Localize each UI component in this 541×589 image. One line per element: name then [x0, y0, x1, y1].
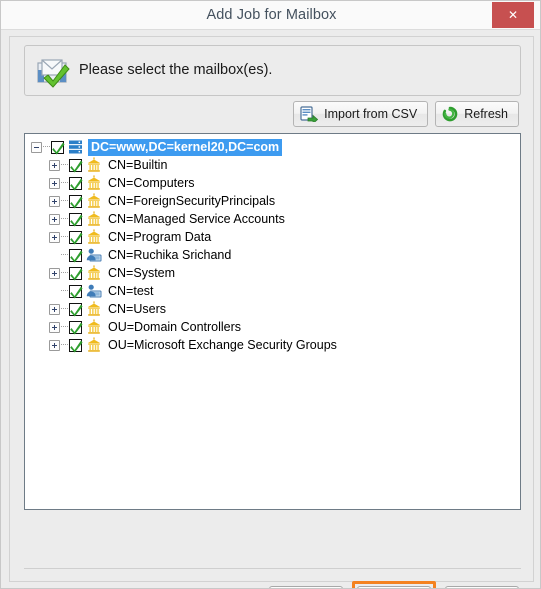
tree-node-checkbox[interactable] [69, 194, 83, 208]
cancel-button[interactable]: Cancel [445, 585, 519, 588]
back-button[interactable]: < Back [269, 585, 343, 588]
tree-node-checkbox[interactable] [69, 158, 83, 172]
collapse-minus-icon[interactable] [31, 141, 42, 153]
expand-plus-icon[interactable] [49, 177, 60, 189]
import-from-csv-button[interactable]: Import from CSV [293, 101, 429, 127]
tree-row[interactable]: CN=Managed Service Accounts [25, 210, 520, 228]
user-icon [86, 283, 102, 299]
domain-server-icon [68, 139, 84, 155]
tree-connector-line [61, 164, 68, 166]
close-icon[interactable]: ✕ [492, 2, 534, 28]
instruction-text: Please select the mailbox(es). [79, 62, 273, 78]
tree-row[interactable]: CN=ForeignSecurityPrincipals [25, 192, 520, 210]
tree-connector-line [61, 200, 68, 202]
tree-connector-line [61, 254, 68, 256]
dialog-body: Please select the mailbox(es). Import fr… [9, 36, 534, 588]
tree-node-checkbox[interactable] [69, 284, 83, 298]
container-icon [86, 319, 102, 335]
tree-node-checkbox[interactable] [69, 338, 83, 352]
tree-row[interactable]: DC=www,DC=kernel20,DC=com [25, 138, 520, 156]
tree-node-label: CN=System [108, 265, 176, 280]
tree-node-label: CN=Ruchika Srichand [108, 247, 232, 262]
import-csv-icon [300, 106, 319, 122]
tree-node-checkbox[interactable] [69, 266, 83, 280]
tree-node-label: CN=test [108, 283, 154, 298]
container-icon [86, 301, 102, 317]
tree-node-checkbox[interactable] [51, 140, 65, 154]
expand-plus-icon[interactable] [49, 321, 60, 333]
tree-node-label: CN=ForeignSecurityPrincipals [108, 193, 276, 208]
expand-plus-icon[interactable] [49, 213, 60, 225]
tree-node-label: DC=www,DC=kernel20,DC=com [88, 138, 283, 156]
tree-row[interactable]: CN=Builtin [25, 156, 520, 174]
tree-row[interactable]: CN=System [25, 264, 520, 282]
tree-node-label: CN=Builtin [108, 157, 168, 172]
mailbox-check-icon [36, 54, 70, 88]
tree-connector-line [61, 308, 68, 310]
tree-connector-line [61, 182, 68, 184]
footer-buttons: < Back Next > Cancel [269, 580, 519, 588]
tree-row[interactable]: CN=Computers [25, 174, 520, 192]
expand-plus-icon[interactable] [49, 231, 60, 243]
tree-row[interactable]: OU=Microsoft Exchange Security Groups [25, 336, 520, 354]
tree-connector-line [61, 272, 68, 274]
tree-node-checkbox[interactable] [69, 302, 83, 316]
container-icon [86, 193, 102, 209]
tree-connector-line [61, 344, 68, 346]
next-button-focus-highlight: Next > [352, 580, 436, 588]
container-icon [86, 211, 102, 227]
mailbox-tree[interactable]: DC=www,DC=kernel20,DC=com CN=Builtin CN=Co… [24, 133, 521, 510]
tree-row[interactable]: OU=Domain Controllers [25, 318, 520, 336]
tree-node-label: CN=Managed Service Accounts [108, 211, 285, 226]
tree-node-checkbox[interactable] [69, 176, 83, 190]
expand-plus-icon[interactable] [49, 159, 60, 171]
tree-connector-line [61, 326, 68, 328]
expand-plus-icon[interactable] [49, 195, 60, 207]
next-button[interactable]: Next > [357, 585, 431, 588]
import-from-csv-label: Import from CSV [324, 107, 418, 121]
tree-connector-line [61, 236, 68, 238]
refresh-label: Refresh [464, 107, 508, 121]
refresh-button[interactable]: Refresh [435, 101, 519, 127]
user-icon [86, 247, 102, 263]
instruction-panel: Please select the mailbox(es). [24, 45, 521, 96]
tree-node-checkbox[interactable] [69, 248, 83, 262]
tree-row[interactable]: CN=test [25, 282, 520, 300]
refresh-icon [442, 106, 458, 122]
tree-row[interactable]: CN=Ruchika Srichand [25, 246, 520, 264]
tree-node-label: OU=Domain Controllers [108, 319, 242, 334]
window-title: Add Job for Mailbox [206, 7, 337, 23]
expand-plus-icon[interactable] [49, 303, 60, 315]
container-icon [86, 157, 102, 173]
tree-node-label: CN=Users [108, 301, 166, 316]
tree-node-checkbox[interactable] [69, 212, 83, 226]
tree-connector-line [61, 290, 68, 292]
tree-node-label: OU=Microsoft Exchange Security Groups [108, 337, 337, 352]
expand-plus-icon[interactable] [49, 339, 60, 351]
container-icon [86, 265, 102, 281]
tree-row[interactable]: CN=Users [25, 300, 520, 318]
tree-node-label: CN=Program Data [108, 229, 212, 244]
tree-row[interactable]: CN=Program Data [25, 228, 520, 246]
toolbar: Import from CSV Refresh [293, 101, 519, 127]
footer-divider [24, 568, 521, 569]
container-icon [86, 337, 102, 353]
tree-connector-line [61, 218, 68, 220]
tree-node-checkbox[interactable] [69, 230, 83, 244]
tree-node-label: CN=Computers [108, 175, 195, 190]
tree-node-checkbox[interactable] [69, 320, 83, 334]
add-job-for-mailbox-dialog: Add Job for Mailbox ✕ Please select the … [0, 0, 541, 589]
expand-plus-icon[interactable] [49, 267, 60, 279]
tree-connector-line [43, 146, 50, 148]
title-bar: Add Job for Mailbox ✕ [1, 1, 540, 30]
container-icon [86, 229, 102, 245]
container-icon [86, 175, 102, 191]
